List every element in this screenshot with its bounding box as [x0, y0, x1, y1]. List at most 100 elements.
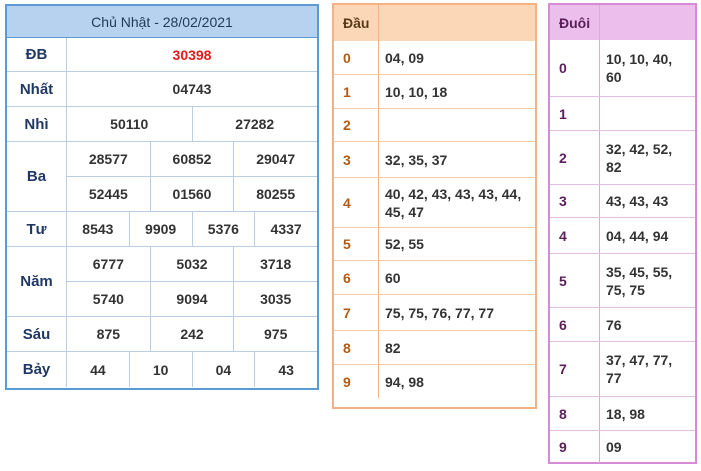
dau-row: 3 32, 35, 37 [334, 141, 535, 177]
duoi-row: 3 43, 43, 43 [550, 184, 695, 217]
dau-header-blank [379, 5, 535, 41]
dau-row: 8 82 [334, 330, 535, 364]
prize-line: 52445 01560 80255 [67, 176, 317, 211]
dau-numbers [379, 109, 535, 141]
duoi-header-row: Đuôi [550, 5, 695, 40]
duoi-digit: 2 [550, 131, 600, 184]
duoi-row: 0 10, 10, 40, 60 [550, 40, 695, 96]
prize-number: 04743 [172, 81, 212, 97]
dau-numbers: 10, 10, 18 [385, 83, 448, 100]
duoi-numbers: 09 [606, 439, 622, 455]
prize-values: 04743 [67, 72, 317, 106]
prize-row: Tư 8543 9909 5376 4337 [7, 212, 317, 247]
prize-row: Nhất 04743 [7, 72, 317, 107]
dau-row: 9 94, 98 [334, 364, 535, 398]
duoi-numbers: 18, 98 [606, 405, 645, 422]
duoi-digit: 6 [550, 308, 600, 341]
dau-digit: 0 [334, 41, 379, 74]
prize-values: 50110 27282 [67, 107, 317, 141]
dau-numbers: 82 [385, 339, 401, 356]
prize-number: 6777 [92, 256, 124, 272]
duoi-digit: 8 [550, 397, 600, 430]
prize-line: 6777 5032 3718 [67, 247, 317, 281]
dau-table: Đầu 0 04, 09 1 10, 10, 18 2 3 32, 35, 37 4 40, 4… [332, 3, 537, 409]
prize-number: 80255 [233, 177, 317, 211]
prize-label: Sáu [7, 317, 67, 351]
duoi-row: 5 35, 45, 55, 75, 75 [550, 253, 695, 307]
prize-number: 5740 [92, 291, 124, 307]
prize-label: Bảy [7, 352, 67, 387]
duoi-row: 9 09 [550, 430, 695, 463]
prize-number: 50110 [110, 116, 149, 132]
duoi-digit: 9 [550, 431, 600, 463]
duoi-numbers: 37, 47, 77, 77 [606, 352, 673, 386]
prize-number: 975 [233, 317, 317, 351]
prize-values: 30398 [67, 38, 317, 71]
duoi-digit: 5 [550, 254, 600, 307]
prize-row: Bảy 44 10 04 43 [7, 352, 317, 387]
duoi-row: 4 04, 44, 94 [550, 217, 695, 253]
prize-number: 52445 [88, 186, 128, 202]
prize-row: Năm 6777 5032 3718 5740 9094 3035 [7, 247, 317, 317]
duoi-numbers: 32, 42, 52, 82 [606, 140, 673, 175]
prize-row: Ba 28577 60852 29047 52445 01560 80255 [7, 142, 317, 212]
dau-digit: 4 [334, 178, 379, 227]
dau-row: 2 [334, 108, 535, 141]
results-body: ĐB 30398 Nhất 04743 Nhì 50110 27282 Ba 28577 6085… [7, 38, 317, 387]
prize-line: 44 10 04 43 [67, 352, 317, 387]
prize-number: 3035 [233, 282, 317, 316]
duoi-table: Đuôi 0 10, 10, 40, 60 1 2 32, 42, 52, 82 3 43,… [548, 3, 697, 464]
dau-numbers: 04, 09 [385, 49, 424, 66]
dau-numbers: 32, 35, 37 [385, 151, 448, 168]
dau-digit: 7 [334, 295, 379, 330]
dau-numbers: 60 [385, 269, 401, 286]
prize-label: Tư [7, 212, 67, 246]
prize-label: Nhất [7, 72, 67, 106]
duoi-row: 1 [550, 96, 695, 130]
prize-number: 29047 [233, 142, 317, 176]
dau-row: 5 52, 55 [334, 227, 535, 260]
prize-label: ĐB [7, 38, 67, 71]
prize-row: Nhì 50110 27282 [7, 107, 317, 142]
prize-number: 875 [96, 326, 121, 342]
results-title: Chủ Nhật - 28/02/2021 [7, 6, 317, 38]
prize-row: ĐB 30398 [7, 38, 317, 72]
dau-body: 0 04, 09 1 10, 10, 18 2 3 32, 35, 37 4 40, 42, 4… [334, 41, 535, 398]
prize-number: 01560 [149, 177, 234, 211]
dau-digit: 5 [334, 228, 379, 260]
prize-label: Năm [7, 247, 67, 316]
prize-number: 242 [149, 317, 234, 351]
prize-number: 60852 [149, 142, 234, 176]
prize-line: 5740 9094 3035 [67, 281, 317, 316]
prize-line: 50110 27282 [67, 107, 317, 141]
prize-label: Ba [7, 142, 67, 211]
dau-row: 7 75, 75, 76, 77, 77 [334, 294, 535, 330]
duoi-digit: 4 [550, 218, 600, 253]
dau-row: 0 04, 09 [334, 41, 535, 74]
dau-numbers: 52, 55 [385, 236, 424, 252]
prize-values: 44 10 04 43 [67, 352, 317, 387]
dau-digit: 8 [334, 331, 379, 364]
prize-number: 8543 [82, 221, 114, 237]
dau-numbers: 94, 98 [385, 373, 424, 390]
prize-label: Nhì [7, 107, 67, 141]
prize-number: 9909 [128, 212, 192, 246]
prize-values: 28577 60852 29047 52445 01560 80255 [67, 142, 317, 211]
dau-header-row: Đầu [334, 5, 535, 41]
prize-number: 43 [254, 352, 317, 387]
prize-number: 04 [191, 352, 255, 387]
duoi-numbers [600, 97, 695, 130]
prize-number: 10 [128, 352, 192, 387]
duoi-numbers: 04, 44, 94 [606, 227, 669, 244]
duoi-numbers: 10, 10, 40, 60 [606, 51, 673, 85]
prize-line: 28577 60852 29047 [67, 142, 317, 176]
prize-line: 04743 [67, 72, 317, 106]
prize-line: 30398 [67, 38, 317, 71]
prize-values: 8543 9909 5376 4337 [67, 212, 317, 246]
duoi-numbers: 35, 45, 55, 75, 75 [606, 263, 673, 298]
duoi-row: 6 76 [550, 307, 695, 341]
dau-row: 4 40, 42, 43, 43, 43, 44, 45, 47 [334, 177, 535, 227]
duoi-header: Đuôi [550, 5, 600, 40]
duoi-row: 7 37, 47, 77, 77 [550, 341, 695, 396]
prize-values: 875 242 975 [67, 317, 317, 351]
